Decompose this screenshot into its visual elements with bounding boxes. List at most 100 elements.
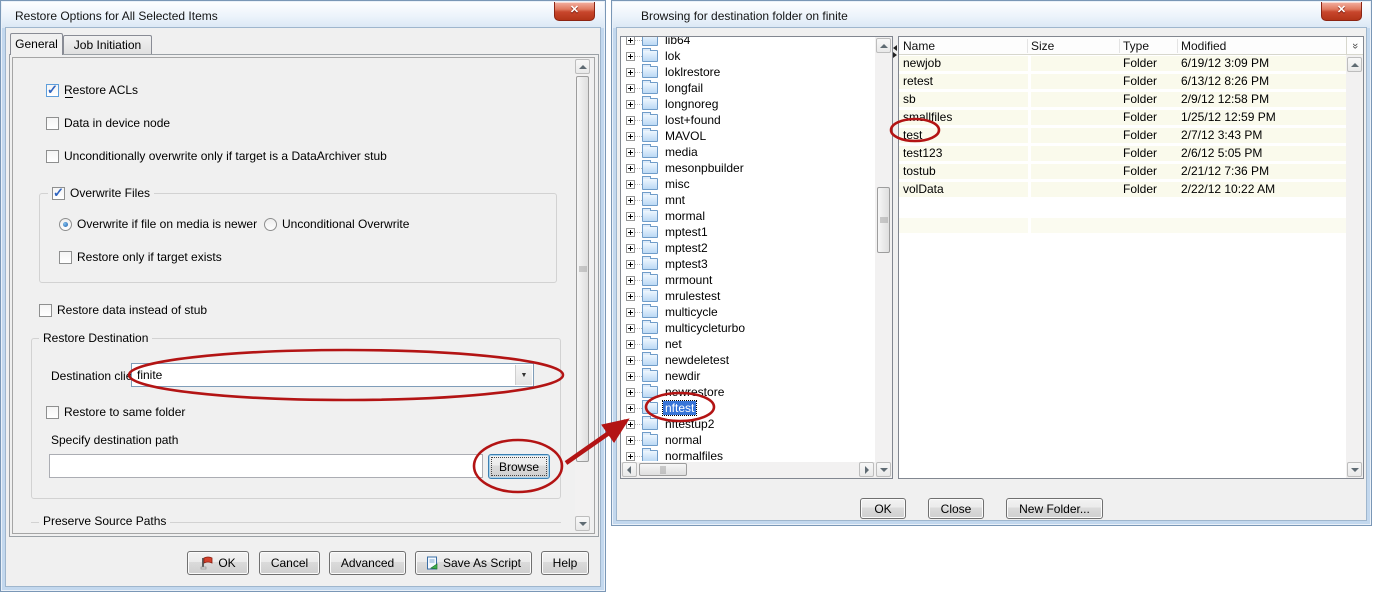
column-header-modified[interactable]: Modified	[1181, 37, 1226, 55]
column-header-size[interactable]: Size	[1031, 37, 1054, 55]
restore-stub-checkbox[interactable]	[39, 304, 52, 317]
tree-item[interactable]: mptest3	[621, 256, 874, 272]
tree-item-label[interactable]: mesonpbuilder	[663, 161, 746, 175]
tree-item-label[interactable]: mnt	[663, 193, 687, 207]
tree-item-label[interactable]: newdir	[663, 369, 702, 383]
new-folder-button[interactable]: New Folder...	[1006, 498, 1103, 519]
tree-item-label[interactable]: multicycle	[663, 305, 720, 319]
tab-job-initiation[interactable]: Job Initiation	[63, 35, 152, 55]
tree-item[interactable]: lib64	[621, 37, 874, 48]
tree-item-label[interactable]: nftest	[663, 401, 696, 415]
tree-item[interactable]: mormal	[621, 208, 874, 224]
expander-plus-icon[interactable]	[626, 452, 635, 461]
chevron-down-icon[interactable]: ▼	[515, 365, 532, 385]
tree-scrollbar-thumb[interactable]	[877, 187, 890, 253]
list-row[interactable]: volData Folder 2/22/12 10:22 AM	[899, 182, 1346, 197]
column-chooser-button[interactable]: »	[1346, 37, 1363, 55]
tree-item[interactable]: normal	[621, 432, 874, 448]
expander-plus-icon[interactable]	[626, 356, 635, 365]
tree-item[interactable]: mptest2	[621, 240, 874, 256]
device-node-option[interactable]: Data in device node	[46, 116, 170, 130]
tree-item[interactable]: lost+found	[621, 112, 874, 128]
tree-item[interactable]: lok	[621, 48, 874, 64]
tab-general[interactable]: General	[10, 33, 63, 55]
tree-item-label[interactable]: lost+found	[663, 113, 723, 127]
scroll-up-icon[interactable]	[575, 59, 590, 74]
expander-plus-icon[interactable]	[626, 196, 635, 205]
expander-plus-icon[interactable]	[626, 84, 635, 93]
browse-dialog-titlebar[interactable]: Browsing for destination folder on finit…	[613, 2, 1370, 28]
browse-button[interactable]: Browse	[488, 454, 550, 479]
cell-name[interactable]: retest	[903, 74, 933, 89]
tree-item[interactable]: loklrestore	[621, 64, 874, 80]
cell-name[interactable]: sb	[903, 92, 916, 107]
expander-plus-icon[interactable]	[626, 276, 635, 285]
tree-item-label[interactable]: normalfiles	[663, 449, 725, 461]
tree-item-label[interactable]: mptest3	[663, 257, 710, 271]
tree-item-label[interactable]: net	[663, 337, 684, 351]
scroll-left-icon[interactable]	[622, 462, 637, 477]
cell-name[interactable]: test	[903, 128, 922, 143]
same-folder-option[interactable]: Restore to same folder	[46, 405, 185, 419]
expander-plus-icon[interactable]	[626, 164, 635, 173]
list-row[interactable]: tostub Folder 2/21/12 7:36 PM	[899, 164, 1346, 179]
target-exists-checkbox[interactable]	[59, 251, 72, 264]
overwrite-newer-radio[interactable]	[59, 218, 72, 231]
expander-plus-icon[interactable]	[626, 68, 635, 77]
scrollbar-thumb[interactable]	[576, 76, 589, 462]
close-icon[interactable]: ✕	[554, 2, 595, 21]
list-row[interactable]: retest Folder 6/13/12 8:26 PM	[899, 74, 1346, 89]
expander-plus-icon[interactable]	[626, 420, 635, 429]
tree-item[interactable]: newrestore	[621, 384, 874, 400]
tree-vscrollbar[interactable]	[875, 37, 892, 478]
tree-item-label[interactable]: nftestup2	[663, 417, 716, 431]
tree-item[interactable]: mrulestest	[621, 288, 874, 304]
tree-item[interactable]: mrmount	[621, 272, 874, 288]
tree-item-label[interactable]: misc	[663, 177, 692, 191]
tree-item-label[interactable]: newdeletest	[663, 353, 731, 367]
tree-item-label[interactable]: mormal	[663, 209, 707, 223]
cancel-button[interactable]: Cancel	[259, 551, 320, 575]
tree-viewport[interactable]: lib64 lok	[621, 37, 874, 461]
tree-item-label[interactable]: media	[663, 145, 700, 159]
list-row[interactable]: test Folder 2/7/12 3:43 PM	[899, 128, 1346, 143]
tree-item-label[interactable]: loklrestore	[663, 65, 722, 79]
tree-hscrollbar-thumb[interactable]	[639, 463, 687, 476]
tree-item-label[interactable]: longfail	[663, 81, 705, 95]
tree-item-label[interactable]: lok	[663, 49, 682, 63]
tree-hscrollbar[interactable]	[621, 462, 875, 478]
list-row[interactable]: sb Folder 2/9/12 12:58 PM	[899, 92, 1346, 107]
expander-plus-icon[interactable]	[626, 180, 635, 189]
tree-item-label[interactable]: mrulestest	[663, 289, 722, 303]
tree-item[interactable]: nftest	[621, 400, 874, 416]
tree-item[interactable]: longfail	[621, 80, 874, 96]
expander-plus-icon[interactable]	[626, 324, 635, 333]
expander-plus-icon[interactable]	[626, 436, 635, 445]
tree-item[interactable]: mesonpbuilder	[621, 160, 874, 176]
tree-item-label[interactable]: mrmount	[663, 273, 714, 287]
scroll-down-icon[interactable]	[876, 462, 891, 477]
tree-item[interactable]: nftestup2	[621, 416, 874, 432]
tree-item-label[interactable]: lib64	[663, 37, 692, 47]
expander-plus-icon[interactable]	[626, 148, 635, 157]
unconditional-overwrite-option[interactable]: Unconditional Overwrite	[264, 217, 409, 231]
scroll-up-icon[interactable]	[876, 38, 891, 53]
advanced-button[interactable]: Advanced	[329, 551, 406, 575]
scroll-up-icon[interactable]	[1347, 57, 1362, 72]
tree-item[interactable]: mptest1	[621, 224, 874, 240]
restore-stub-option[interactable]: Restore data instead of stub	[39, 303, 207, 317]
destination-path-input[interactable]	[49, 454, 483, 478]
tree-item[interactable]: mnt	[621, 192, 874, 208]
dataarchiver-option[interactable]: Unconditionally overwrite only if target…	[46, 149, 387, 163]
tree-item[interactable]: misc	[621, 176, 874, 192]
scroll-down-icon[interactable]	[575, 516, 590, 531]
tree-item[interactable]: newdir	[621, 368, 874, 384]
unconditional-overwrite-radio[interactable]	[264, 218, 277, 231]
tree-item-label[interactable]: multicycleturbo	[663, 321, 747, 335]
list-header[interactable]: Name Size Type Modified	[899, 37, 1363, 55]
overwrite-files-chip[interactable]: Overwrite Files	[48, 186, 154, 200]
destination-client-combobox[interactable]: finite ▼	[131, 363, 534, 387]
cell-name[interactable]: test123	[903, 146, 942, 161]
column-header-type[interactable]: Type	[1123, 37, 1149, 55]
column-header-name[interactable]: Name	[903, 37, 935, 55]
